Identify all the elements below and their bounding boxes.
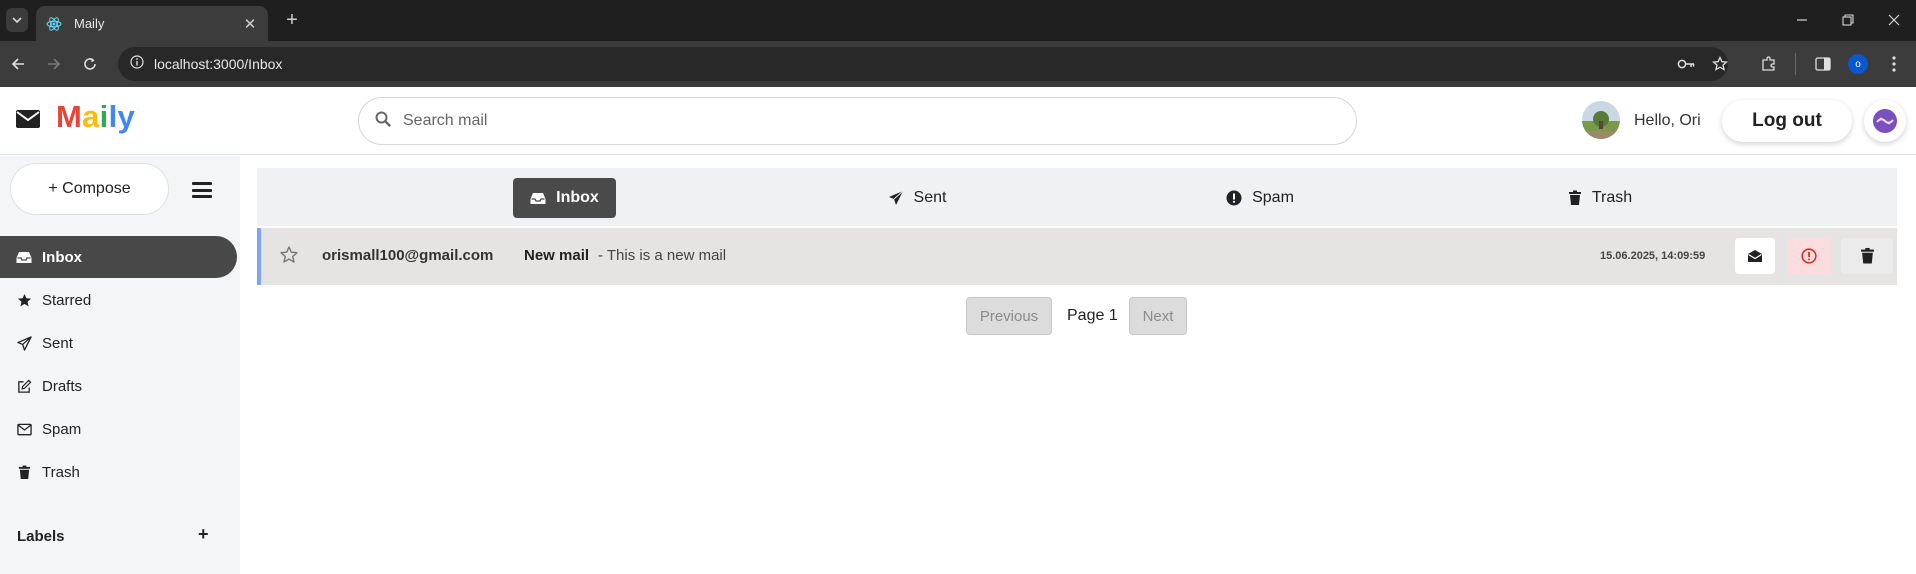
labels-heading: Labels xyxy=(17,528,65,545)
mark-read-button[interactable] xyxy=(1735,238,1775,274)
toolbar-divider xyxy=(1795,53,1796,75)
mail-sender: orismall100@gmail.com xyxy=(322,247,494,264)
app-logo: Maily xyxy=(56,99,135,135)
new-tab-button[interactable]: + xyxy=(280,9,304,33)
logo-letter: a xyxy=(82,99,100,134)
hamburger-menu-icon[interactable] xyxy=(192,182,212,198)
tab-trash[interactable]: Trash xyxy=(1555,178,1645,218)
search-icon xyxy=(375,111,391,132)
tab-title: Maily xyxy=(74,16,105,31)
envelope-icon xyxy=(16,421,32,437)
tab-spam[interactable]: Spam xyxy=(1215,178,1305,218)
app-header: Maily Hello, Ori Log out xyxy=(0,87,1916,155)
browser-tabbar: Maily ✕ + xyxy=(0,0,1916,41)
reload-icon[interactable] xyxy=(78,52,102,76)
search-input[interactable] xyxy=(403,112,1303,130)
search-bar[interactable] xyxy=(358,97,1357,145)
sidebar-item-label: Drafts xyxy=(42,377,83,395)
chevron-down-icon xyxy=(12,17,22,24)
sidebar-item-trash[interactable]: Trash xyxy=(0,451,237,493)
sidebar-item-sent[interactable]: Sent xyxy=(0,322,237,364)
sidebar-item-label: Trash xyxy=(42,463,80,481)
logo-letter: i xyxy=(99,99,109,134)
sidebar-item-label: Sent xyxy=(42,334,73,352)
exclamation-circle-icon xyxy=(1801,248,1817,264)
mail-snippet: - This is a new mail xyxy=(598,247,727,264)
star-icon xyxy=(16,292,32,308)
mail-date: 15.06.2025, 14:09:59 xyxy=(1600,250,1706,262)
open-envelope-icon xyxy=(1748,250,1762,262)
sidebar-item-label: Inbox xyxy=(42,248,82,266)
user-greeting: Hello, Ori xyxy=(1634,112,1701,129)
sidebar-item-drafts[interactable]: Drafts xyxy=(0,365,237,407)
mail-subject: New mail xyxy=(524,247,590,264)
sidebar: + Compose Inbox Starred Sent Drafts Spam xyxy=(0,156,240,574)
close-tab-icon[interactable]: ✕ xyxy=(242,15,258,33)
page-indicator: Page 1 xyxy=(1067,307,1118,324)
star-toggle-icon[interactable] xyxy=(279,245,299,265)
address-bar[interactable]: localhost:3000/Inbox xyxy=(118,47,1728,81)
sidebar-item-label: Spam xyxy=(42,420,82,438)
tab-label: Trash xyxy=(1591,189,1633,206)
exclamation-circle-icon xyxy=(1226,190,1242,206)
sidebar-item-label: Starred xyxy=(42,291,92,309)
add-label-button[interactable]: + xyxy=(198,524,209,545)
trash-icon xyxy=(1568,190,1582,206)
logo-letter: M xyxy=(56,99,83,134)
tab-label: Inbox xyxy=(556,189,599,206)
browser-toolbar: localhost:3000/Inbox o xyxy=(0,41,1916,87)
site-info-icon[interactable] xyxy=(130,54,144,74)
profile-avatar-icon[interactable]: o xyxy=(1846,52,1870,76)
profile-initial: o xyxy=(1848,54,1868,74)
more-menu-icon[interactable] xyxy=(1882,52,1906,76)
logo-letter: l xyxy=(108,99,118,134)
compose-button[interactable]: + Compose xyxy=(10,163,169,215)
paper-plane-icon xyxy=(16,335,32,351)
user-avatar[interactable] xyxy=(1582,101,1620,139)
edit-icon xyxy=(16,378,32,394)
report-spam-button[interactable] xyxy=(1787,238,1831,274)
forward-arrow-icon[interactable] xyxy=(42,52,66,76)
sidebar-item-inbox[interactable]: Inbox xyxy=(0,236,237,278)
trash-icon xyxy=(16,464,32,480)
paper-plane-icon xyxy=(888,190,904,206)
previous-page-button[interactable]: Previous xyxy=(966,297,1052,335)
close-window-icon[interactable] xyxy=(1879,8,1909,32)
tab-search-button[interactable] xyxy=(6,8,28,32)
extensions-puzzle-icon[interactable] xyxy=(1757,52,1781,76)
logout-button[interactable]: Log out xyxy=(1722,100,1852,142)
delete-mail-button[interactable] xyxy=(1841,238,1893,274)
next-page-button[interactable]: Next xyxy=(1129,297,1187,335)
react-favicon-icon xyxy=(46,16,62,32)
tab-inbox[interactable]: Inbox xyxy=(513,178,616,218)
url-text: localhost:3000/Inbox xyxy=(154,56,283,72)
theme-toggle-button[interactable] xyxy=(1864,100,1906,142)
envelope-logo-icon xyxy=(16,109,40,129)
mail-list-item[interactable]: orismall100@gmail.com New mail - This is… xyxy=(257,228,1897,285)
bookmark-star-icon[interactable] xyxy=(1708,52,1732,76)
sidebar-item-starred[interactable]: Starred xyxy=(0,279,237,321)
logo-letter: y xyxy=(117,99,136,134)
inbox-icon xyxy=(16,249,32,265)
tab-label: Sent xyxy=(913,189,947,206)
trash-icon xyxy=(1860,247,1874,264)
password-key-icon[interactable] xyxy=(1674,52,1698,76)
inbox-icon xyxy=(530,192,546,205)
side-panel-icon[interactable] xyxy=(1811,52,1835,76)
tab-label: Spam xyxy=(1252,189,1294,206)
folder-tabs: Inbox Sent Spam Trash xyxy=(257,168,1897,226)
back-arrow-icon[interactable] xyxy=(6,52,30,76)
browser-tab[interactable]: Maily ✕ xyxy=(36,6,268,41)
minimize-icon[interactable] xyxy=(1787,8,1817,32)
restore-icon[interactable] xyxy=(1833,8,1863,32)
sidebar-item-spam[interactable]: Spam xyxy=(0,408,237,450)
tab-sent[interactable]: Sent xyxy=(875,178,959,218)
moon-theme-icon xyxy=(1873,109,1897,133)
